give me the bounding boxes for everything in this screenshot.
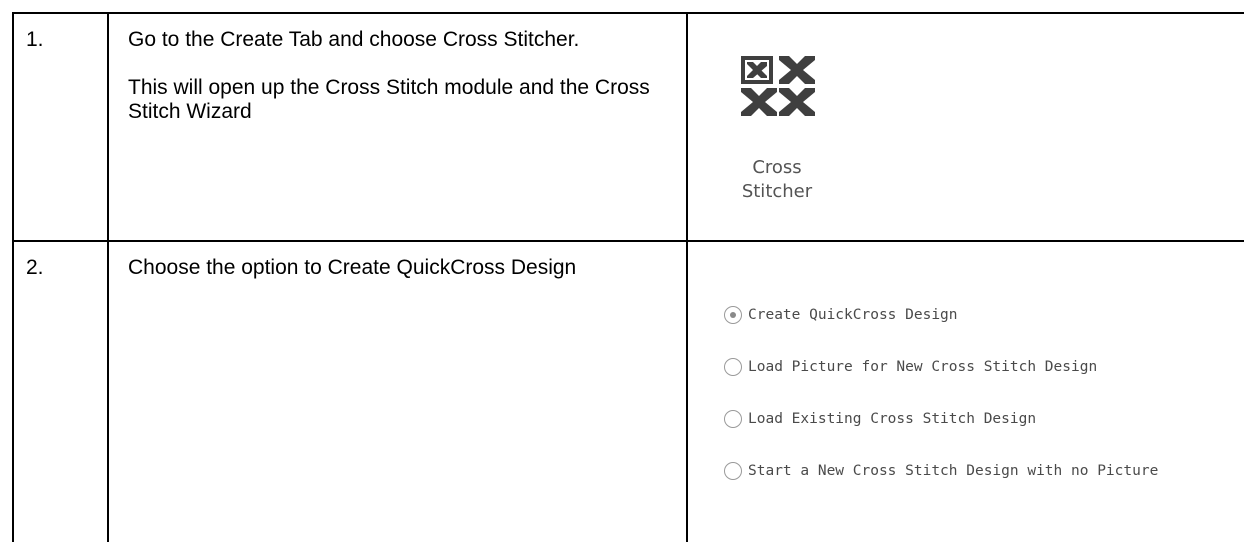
radio-button[interactable] bbox=[724, 462, 742, 480]
option-create-quickcross[interactable]: Create QuickCross Design bbox=[724, 304, 1244, 326]
wizard-options: Create QuickCross Design Load Picture fo… bbox=[724, 304, 1244, 512]
option-label: Load Picture for New Cross Stitch Design bbox=[748, 359, 1098, 375]
instruction-text: Choose the option to Create QuickCross D… bbox=[128, 256, 577, 279]
radio-button[interactable] bbox=[724, 410, 742, 428]
option-label: Start a New Cross Stitch Design with no … bbox=[748, 463, 1159, 479]
option-start-new[interactable]: Start a New Cross Stitch Design with no … bbox=[724, 460, 1244, 482]
cross-stitch-icon bbox=[741, 56, 815, 116]
row-divider bbox=[12, 240, 1244, 242]
step-number: 1. bbox=[26, 28, 44, 51]
radio-button-selected[interactable] bbox=[724, 306, 742, 324]
cross-stitcher-button[interactable]: Cross Stitcher bbox=[722, 54, 862, 224]
instruction-table: 1. Go to the Create Tab and choose Cross… bbox=[12, 12, 1244, 552]
radio-button[interactable] bbox=[724, 358, 742, 376]
option-label: Create QuickCross Design bbox=[748, 307, 958, 323]
column-divider-2 bbox=[686, 12, 688, 542]
label-line: Stitcher bbox=[741, 181, 813, 202]
cross-stitcher-label: Cross Stitcher bbox=[722, 156, 832, 204]
column-divider-1 bbox=[107, 12, 109, 542]
step-instructions: Go to the Create Tab and choose Cross St… bbox=[128, 28, 673, 124]
instruction-text: This will open up the Cross Stitch modul… bbox=[128, 76, 650, 123]
instruction-text: Go to the Create Tab and choose Cross St… bbox=[128, 28, 580, 51]
option-load-existing[interactable]: Load Existing Cross Stitch Design bbox=[724, 408, 1244, 430]
table-border-left bbox=[12, 12, 14, 542]
label-line: Cross bbox=[752, 157, 802, 178]
option-label: Load Existing Cross Stitch Design bbox=[748, 411, 1037, 427]
table-border-top bbox=[12, 12, 1244, 14]
step-instructions: Choose the option to Create QuickCross D… bbox=[128, 256, 673, 280]
option-load-picture[interactable]: Load Picture for New Cross Stitch Design bbox=[724, 356, 1244, 378]
step-number: 2. bbox=[26, 256, 44, 279]
